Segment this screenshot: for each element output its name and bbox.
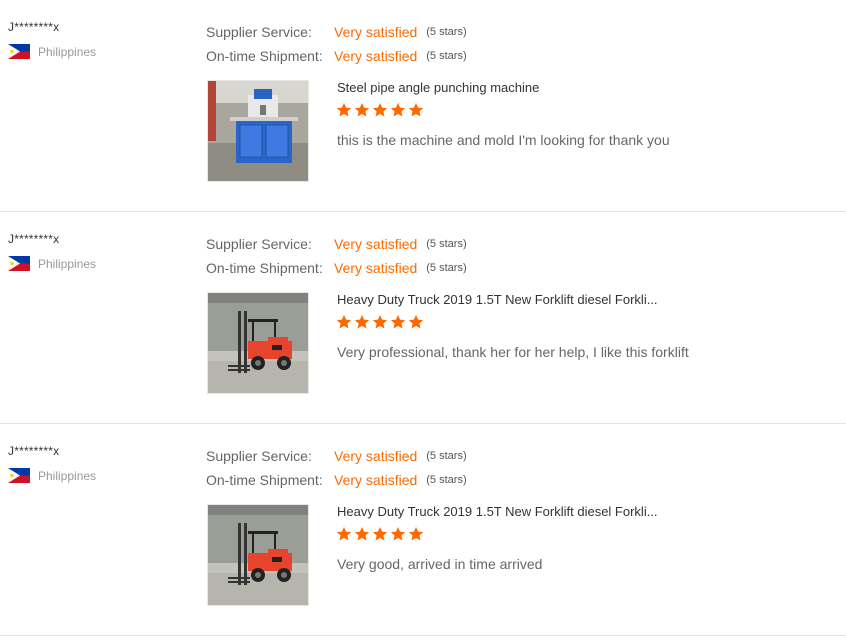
star-icon <box>372 526 388 542</box>
product-title-link[interactable]: Steel pipe angle punching machine <box>337 80 539 95</box>
review-item: J********x Philippines Supplier Service:… <box>0 212 846 424</box>
shipment-row: On-time Shipment: Very satisfied (5 star… <box>206 468 467 492</box>
supplier-service-row: Supplier Service: Very satisfied (5 star… <box>206 20 467 44</box>
philippines-flag-icon <box>8 468 30 483</box>
reviewer-name: J********x <box>8 232 60 246</box>
reviews-list: J********x Philippines Supplier Service:… <box>0 0 846 636</box>
shipment-stars: (5 stars) <box>426 474 467 486</box>
reviewer-country: Philippines <box>8 468 96 483</box>
shipment-row: On-time Shipment: Very satisfied (5 star… <box>206 256 467 280</box>
service-ratings: Supplier Service: Very satisfied (5 star… <box>206 444 467 492</box>
star-icon <box>354 526 370 542</box>
supplier-service-stars: (5 stars) <box>426 450 467 462</box>
star-icon <box>336 526 352 542</box>
reviewer-name: J********x <box>8 444 60 458</box>
review-comment: this is the machine and mold I'm looking… <box>337 132 670 148</box>
star-icon <box>390 526 406 542</box>
star-icon <box>354 102 370 118</box>
service-ratings: Supplier Service: Very satisfied (5 star… <box>206 20 467 68</box>
shipment-value: Very satisfied <box>334 260 418 276</box>
shipment-label: On-time Shipment: <box>206 260 323 276</box>
supplier-service-label: Supplier Service: <box>206 236 312 252</box>
product-thumbnail[interactable] <box>207 80 309 182</box>
star-icon <box>390 102 406 118</box>
shipment-label: On-time Shipment: <box>206 48 323 64</box>
product-rating-stars <box>336 526 424 542</box>
product-image[interactable] <box>208 293 308 393</box>
reviewer-country: Philippines <box>8 44 96 59</box>
star-icon <box>390 314 406 330</box>
product-title-link[interactable]: Heavy Duty Truck 2019 1.5T New Forklift … <box>337 504 658 519</box>
star-icon <box>408 314 424 330</box>
review-comment: Very professional, thank her for her hel… <box>337 344 689 360</box>
philippines-flag-icon <box>8 256 30 271</box>
review-comment: Very good, arrived in time arrived <box>337 556 543 572</box>
service-ratings: Supplier Service: Very satisfied (5 star… <box>206 232 467 280</box>
philippines-flag-icon <box>8 44 30 59</box>
star-icon <box>372 102 388 118</box>
reviewer-name: J********x <box>8 20 60 34</box>
supplier-service-value: Very satisfied <box>334 24 418 40</box>
supplier-service-stars: (5 stars) <box>426 26 467 38</box>
product-thumbnail[interactable] <box>207 504 309 606</box>
supplier-service-row: Supplier Service: Very satisfied (5 star… <box>206 232 467 256</box>
supplier-service-label: Supplier Service: <box>206 448 312 464</box>
review-item: J********x Philippines Supplier Service:… <box>0 0 846 212</box>
star-icon <box>408 526 424 542</box>
supplier-service-value: Very satisfied <box>334 448 418 464</box>
product-rating-stars <box>336 314 424 330</box>
product-rating-stars <box>336 102 424 118</box>
star-icon <box>408 102 424 118</box>
country-name: Philippines <box>38 44 97 59</box>
supplier-service-stars: (5 stars) <box>426 238 467 250</box>
shipment-value: Very satisfied <box>334 472 418 488</box>
supplier-service-value: Very satisfied <box>334 236 418 252</box>
reviewer-country: Philippines <box>8 256 96 271</box>
product-image[interactable] <box>208 81 308 181</box>
shipment-stars: (5 stars) <box>426 262 467 274</box>
star-icon <box>336 102 352 118</box>
product-image[interactable] <box>208 505 308 605</box>
product-thumbnail[interactable] <box>207 292 309 394</box>
shipment-value: Very satisfied <box>334 48 418 64</box>
review-item: J********x Philippines Supplier Service:… <box>0 424 846 636</box>
country-name: Philippines <box>38 256 97 271</box>
shipment-row: On-time Shipment: Very satisfied (5 star… <box>206 44 467 68</box>
shipment-stars: (5 stars) <box>426 50 467 62</box>
shipment-label: On-time Shipment: <box>206 472 323 488</box>
star-icon <box>372 314 388 330</box>
star-icon <box>354 314 370 330</box>
product-title-link[interactable]: Heavy Duty Truck 2019 1.5T New Forklift … <box>337 292 658 307</box>
supplier-service-label: Supplier Service: <box>206 24 312 40</box>
supplier-service-row: Supplier Service: Very satisfied (5 star… <box>206 444 467 468</box>
country-name: Philippines <box>38 468 97 483</box>
star-icon <box>336 314 352 330</box>
